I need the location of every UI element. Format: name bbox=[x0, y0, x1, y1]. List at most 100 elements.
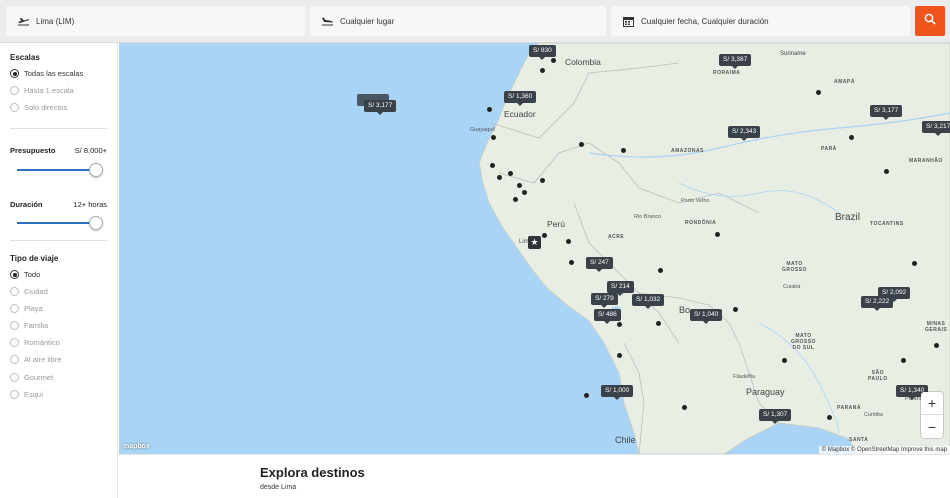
price-marker[interactable]: S/ 3,177 bbox=[870, 105, 903, 120]
city-label: Curitiba bbox=[864, 412, 883, 418]
origin-star-icon: ★ bbox=[528, 236, 541, 249]
search-bar: Lima (LIM) Cualquier lugar Cualquier fec… bbox=[0, 0, 950, 43]
origin-value: Lima (LIM) bbox=[36, 16, 75, 26]
price-marker[interactable]: S/ 2,343 bbox=[728, 126, 761, 141]
trip-type-aire-libre[interactable]: Al aire libre bbox=[10, 355, 62, 364]
dates-field[interactable]: Cualquier fecha, Cualquier duración bbox=[611, 6, 910, 36]
slider-thumb[interactable] bbox=[89, 163, 103, 177]
destination-dot[interactable] bbox=[827, 415, 832, 420]
trip-type-ciudad[interactable]: Ciudad bbox=[10, 287, 48, 296]
trip-type-familia[interactable]: Familia bbox=[10, 321, 48, 330]
destination-field[interactable]: Cualquier lugar bbox=[310, 6, 606, 36]
destination-dot[interactable] bbox=[513, 197, 518, 202]
destination-dot[interactable] bbox=[901, 358, 906, 363]
trip-type-todo[interactable]: Todo bbox=[10, 270, 40, 279]
price-marker[interactable]: S/ 3,177 bbox=[364, 100, 397, 115]
duration-slider[interactable] bbox=[17, 216, 103, 230]
destination-dot[interactable] bbox=[934, 343, 939, 348]
budget-slider[interactable] bbox=[17, 163, 103, 177]
price-marker[interactable]: S/ 1,000 bbox=[601, 385, 634, 400]
destination-dot[interactable] bbox=[584, 393, 589, 398]
filter-sidebar: Escalas Todas las escalas Hasta 1 escala… bbox=[0, 43, 118, 498]
radio bbox=[10, 304, 19, 313]
destination-dot[interactable] bbox=[849, 135, 854, 140]
duration-label: Duración bbox=[10, 200, 43, 209]
country-label: Chile bbox=[615, 435, 636, 445]
dates-value: Cualquier fecha, Cualquier duración bbox=[641, 16, 769, 26]
budget-row: Presupuesto S/ 8,000+ bbox=[10, 146, 107, 155]
country-label: Perú bbox=[547, 219, 565, 229]
destination-dot[interactable] bbox=[490, 163, 495, 168]
destination-dot[interactable] bbox=[551, 58, 556, 63]
destination-dot[interactable] bbox=[884, 169, 889, 174]
radio-selected bbox=[10, 69, 19, 78]
destination-dot[interactable] bbox=[733, 307, 738, 312]
destination-dot[interactable] bbox=[517, 183, 522, 188]
price-marker[interactable]: S/ 1,360 bbox=[504, 91, 537, 106]
escalas-option-direct[interactable]: Solo directos bbox=[10, 103, 67, 112]
destination-dot[interactable] bbox=[542, 233, 547, 238]
destination-dot[interactable] bbox=[715, 232, 720, 237]
region-label: MARANHÃO bbox=[909, 158, 943, 164]
price-marker[interactable]: S/ 1,032 bbox=[632, 294, 665, 309]
destination-dot[interactable] bbox=[569, 260, 574, 265]
price-marker[interactable]: S/ 486 bbox=[594, 309, 621, 324]
search-icon bbox=[924, 12, 936, 30]
price-marker[interactable]: S/ 2,222 bbox=[861, 296, 894, 311]
destination-dot[interactable] bbox=[621, 148, 626, 153]
divider bbox=[10, 128, 107, 129]
escalas-option-1stop[interactable]: Hasta 1 escala bbox=[10, 86, 74, 95]
price-marker[interactable]: S/ 214 bbox=[607, 281, 634, 296]
origin-field[interactable]: Lima (LIM) bbox=[6, 6, 305, 36]
trip-type-gourmet[interactable]: Gourmet bbox=[10, 373, 53, 382]
option-label: Al aire libre bbox=[24, 355, 62, 364]
trip-type-esqui[interactable]: Esquí bbox=[10, 390, 43, 399]
destination-dot[interactable] bbox=[508, 171, 513, 176]
destinations-map[interactable]: Colombia Ecuador Perú Brazil Paraguay Ch… bbox=[119, 43, 950, 454]
budget-label: Presupuesto bbox=[10, 146, 56, 155]
duration-value: 12+ horas bbox=[73, 200, 107, 209]
destination-dot[interactable] bbox=[566, 239, 571, 244]
price-marker[interactable]: S/ 1,307 bbox=[759, 409, 792, 424]
search-button[interactable] bbox=[915, 6, 945, 36]
zoom-control: + − bbox=[921, 392, 943, 438]
escalas-option-all[interactable]: Todas las escalas bbox=[10, 69, 83, 78]
destination-dot[interactable] bbox=[540, 68, 545, 73]
plane-landing-icon bbox=[320, 14, 334, 28]
price-marker[interactable]: S/ 247 bbox=[586, 257, 613, 272]
price-marker[interactable]: S/ 279 bbox=[591, 293, 618, 308]
destination-dot[interactable] bbox=[816, 90, 821, 95]
radio bbox=[10, 86, 19, 95]
price-marker[interactable]: S/ 3,217 bbox=[922, 121, 950, 136]
destination-dot[interactable] bbox=[491, 135, 496, 140]
destination-dot[interactable] bbox=[782, 358, 787, 363]
destination-dot[interactable] bbox=[487, 107, 492, 112]
radio bbox=[10, 390, 19, 399]
destination-dot[interactable] bbox=[658, 268, 663, 273]
divider bbox=[10, 240, 107, 241]
trip-type-playa[interactable]: Playa bbox=[10, 304, 43, 313]
zoom-in-button[interactable]: + bbox=[921, 392, 943, 415]
destination-dot[interactable] bbox=[656, 321, 661, 326]
destination-dot[interactable] bbox=[682, 405, 687, 410]
option-label: Playa bbox=[24, 304, 43, 313]
slider-thumb[interactable] bbox=[89, 216, 103, 230]
destination-dot[interactable] bbox=[522, 190, 527, 195]
destination-value: Cualquier lugar bbox=[340, 16, 395, 26]
map-attribution[interactable]: © Mapbox © OpenStreetMap Improve this ma… bbox=[818, 446, 950, 454]
destination-dot[interactable] bbox=[617, 322, 622, 327]
trip-type-romantico[interactable]: Romántico bbox=[10, 338, 60, 347]
destination-dot[interactable] bbox=[912, 261, 917, 266]
zoom-out-button[interactable]: − bbox=[921, 415, 943, 438]
destination-dot[interactable] bbox=[579, 142, 584, 147]
price-marker[interactable]: S/ 3,387 bbox=[719, 54, 752, 69]
destination-dot[interactable] bbox=[617, 353, 622, 358]
price-marker[interactable]: S/ 830 bbox=[529, 45, 556, 60]
country-label: Suriname bbox=[780, 51, 806, 57]
city-label: Cuiabá bbox=[783, 284, 801, 290]
destination-dot[interactable] bbox=[540, 178, 545, 183]
option-label: Esquí bbox=[24, 390, 44, 399]
radio bbox=[10, 373, 19, 382]
price-marker[interactable]: S/ 1,040 bbox=[690, 309, 723, 324]
destination-dot[interactable] bbox=[497, 175, 502, 180]
